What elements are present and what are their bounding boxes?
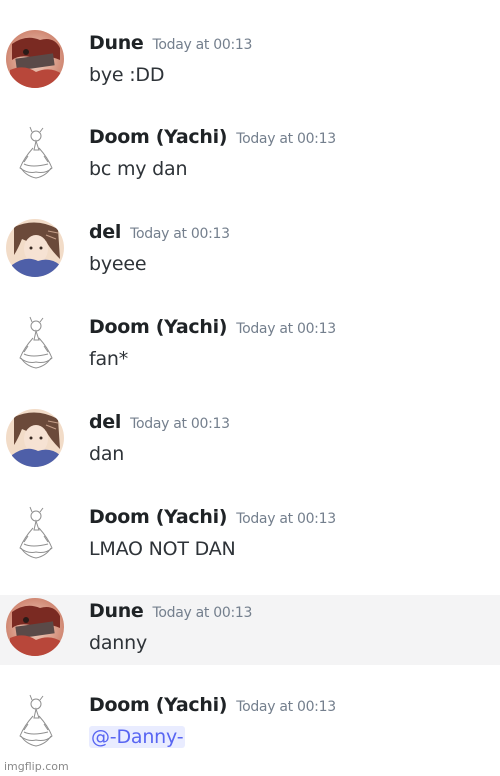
timestamp: Today at 00:13 [152, 37, 253, 53]
message-content: fan* [89, 348, 128, 370]
message-header: Doom (Yachi) Today at 00:13 [89, 126, 336, 148]
message-content: LMAO NOT DAN [89, 538, 236, 560]
message-header: Dune Today at 00:13 [89, 32, 252, 54]
doom-avatar[interactable] [6, 504, 64, 562]
timestamp: Today at 00:13 [130, 416, 230, 432]
timestamp: Today at 00:13 [236, 321, 336, 337]
message-text: fan* [89, 348, 129, 370]
chat-message[interactable]: Doom (Yachi) Today at 00:13 fan* [0, 314, 500, 384]
timestamp: Today at 00:13 [152, 605, 253, 621]
chat-message[interactable]: del Today at 00:13 dan [0, 409, 500, 479]
user-mention[interactable]: @-Danny- [89, 726, 186, 748]
username[interactable]: Dune [89, 600, 144, 622]
username[interactable]: del [89, 411, 121, 433]
message-text: bc my dan [89, 158, 188, 180]
chat-message[interactable]: Dune Today at 00:13 bye :DD [0, 30, 500, 100]
timestamp: Today at 00:13 [236, 511, 336, 527]
message-header: Doom (Yachi) Today at 00:13 [89, 316, 336, 338]
doom-avatar[interactable] [6, 692, 64, 750]
message-header: del Today at 00:13 [89, 221, 230, 243]
del-avatar[interactable] [6, 219, 64, 277]
message-text: LMAO NOT DAN [89, 538, 236, 560]
chat-message[interactable]: Doom (Yachi) Today at 00:13 bc my dan [0, 124, 500, 194]
message-content: dan [89, 443, 124, 465]
username[interactable]: Dune [89, 32, 144, 54]
doom-avatar[interactable] [6, 314, 64, 372]
chat-message[interactable]: del Today at 00:13 byeee [0, 219, 500, 289]
timestamp: Today at 00:13 [236, 131, 336, 147]
username[interactable]: Doom (Yachi) [89, 506, 228, 528]
dune-avatar[interactable] [6, 30, 64, 88]
chat-message[interactable]: Doom (Yachi) Today at 00:13 @-Danny- [0, 692, 500, 762]
message-header: Dune Today at 00:13 [89, 600, 252, 622]
del-avatar[interactable] [6, 409, 64, 467]
message-text: byeee [89, 253, 147, 275]
message-content: danny [89, 632, 147, 654]
message-content: byeee [89, 253, 147, 275]
message-header: del Today at 00:13 [89, 411, 230, 433]
watermark: imgflip.com [4, 760, 69, 773]
chat-message[interactable]: Doom (Yachi) Today at 00:13 LMAO NOT DAN [0, 504, 500, 574]
message-text: dan [89, 443, 125, 465]
username[interactable]: Doom (Yachi) [89, 694, 228, 716]
message-header: Doom (Yachi) Today at 00:13 [89, 506, 336, 528]
message-content: @-Danny- [89, 726, 186, 748]
username[interactable]: Doom (Yachi) [89, 316, 228, 338]
message-content: bc my dan [89, 158, 187, 180]
username[interactable]: Doom (Yachi) [89, 126, 228, 148]
doom-avatar[interactable] [6, 124, 64, 182]
chat-message[interactable]: Dune Today at 00:13 danny [0, 595, 500, 665]
message-content: bye :DD [89, 64, 164, 86]
dune-avatar[interactable] [6, 598, 64, 656]
message-text: danny [89, 632, 148, 654]
username[interactable]: del [89, 221, 121, 243]
message-header: Doom (Yachi) Today at 00:13 [89, 694, 336, 716]
timestamp: Today at 00:13 [236, 699, 336, 715]
timestamp: Today at 00:13 [130, 226, 230, 242]
message-text: bye :DD [89, 64, 165, 86]
